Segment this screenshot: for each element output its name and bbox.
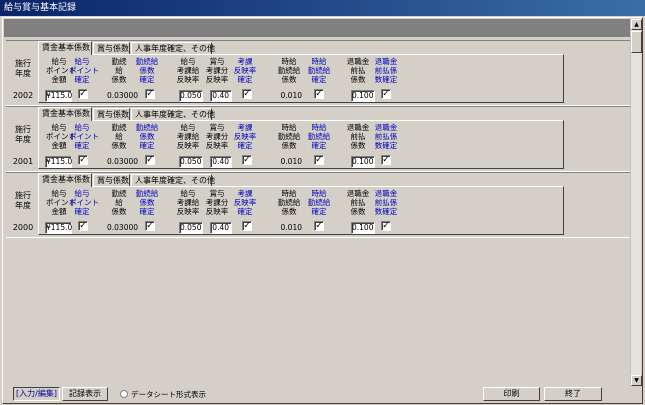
record-block: 施行 年度 2000 賃金基本係数 賞与係数 人事年度確定、その他 給与 ポイント 金額 給与 ポイ… bbox=[6, 172, 632, 238]
column-label-c11: 退職金 前払係 数確定 bbox=[374, 123, 398, 150]
column-label-c8: 時給 勤続給 係数 bbox=[277, 123, 301, 150]
column-label-c10: 退職金 前払 係数 bbox=[346, 123, 370, 150]
datasheet-radio[interactable] bbox=[120, 390, 128, 398]
hourly-coefficient-value: 0.010 bbox=[280, 91, 302, 100]
kouka-fixed-checkbox[interactable]: ✓ bbox=[242, 89, 252, 99]
year-value: 2001 bbox=[12, 157, 34, 166]
point-fixed-checkbox[interactable]: ✓ bbox=[78, 89, 88, 99]
hourly-fixed-checkbox[interactable]: ✓ bbox=[314, 155, 324, 165]
input-edit-button[interactable]: [入力/編集] bbox=[13, 387, 60, 401]
column-label-c3: 勤続給係数 bbox=[111, 57, 127, 84]
hourly-coefficient-value: 0.010 bbox=[280, 223, 302, 232]
form-header-bar bbox=[4, 19, 632, 37]
scroll-down-button[interactable]: ▼ bbox=[631, 375, 642, 386]
retire-coefficient-field[interactable]: 0.100 bbox=[351, 222, 375, 234]
column-label-c7: 考課 反映率 確定 bbox=[233, 123, 257, 150]
column-label-c9: 時給 勤続給 確定 bbox=[307, 189, 331, 216]
column-label-c7: 考課 反映率 確定 bbox=[233, 189, 257, 216]
column-label-c9: 時給 勤続給 確定 bbox=[307, 57, 331, 84]
kouka-pay-rate-field[interactable]: 0.050 bbox=[179, 222, 203, 234]
window-title: 給与賞与基本記録 bbox=[4, 3, 77, 13]
point-amount-field[interactable]: ¥115.0 bbox=[45, 90, 72, 102]
print-button[interactable]: 印刷 bbox=[483, 387, 540, 401]
scroll-up-button[interactable]: ▲ bbox=[631, 19, 642, 30]
kouka-fixed-checkbox[interactable]: ✓ bbox=[242, 155, 252, 165]
coefficients-panel: 給与 ポイント 金額 給与 ポイント 確定 勤続給係数 勤続給 係数 確定 給与 考課給 反映率 賞与 考課… bbox=[38, 186, 564, 235]
column-label-c6: 賞与 考課分 反映率 bbox=[205, 123, 229, 150]
column-label-c11: 退職金 前払係 数確定 bbox=[374, 57, 398, 84]
retire-fixed-checkbox[interactable]: ✓ bbox=[381, 89, 391, 99]
column-label-c3: 勤続給係数 bbox=[111, 123, 127, 150]
tab-basic-coefficients[interactable]: 賃金基本係数 bbox=[38, 107, 92, 121]
column-label-c10: 退職金 前払 係数 bbox=[346, 189, 370, 216]
form-window: 施行 年度 2002 賃金基本係数 賞与係数 人事年度確定、その他 給与 ポイント 金額 給与 ポイ… bbox=[2, 17, 643, 404]
column-label-c4: 勤続給 係数 確定 bbox=[135, 123, 159, 150]
kouka-fixed-checkbox[interactable]: ✓ bbox=[242, 221, 252, 231]
column-label-c2: 給与 ポイント 確定 bbox=[69, 57, 99, 84]
datasheet-option-label: データシート形式表示 bbox=[131, 390, 206, 399]
year-value: 2000 bbox=[12, 223, 34, 232]
close-button[interactable]: 終了 bbox=[544, 387, 602, 401]
footer-toolbar: [入力/編集] 記録表示 データシート形式表示 印刷 終了 bbox=[4, 387, 641, 403]
hourly-fixed-checkbox[interactable]: ✓ bbox=[314, 89, 324, 99]
kinzoku-coefficient-value: 0.03000 bbox=[107, 91, 139, 100]
kinzoku-coefficient-value: 0.03000 bbox=[107, 157, 139, 166]
column-label-c2: 給与 ポイント 確定 bbox=[69, 189, 99, 216]
coefficients-panel: 給与 ポイント 金額 給与 ポイント 確定 勤続給係数 勤続給 係数 確定 給与 考課給 反映率 賞与 考課… bbox=[38, 54, 564, 103]
point-fixed-checkbox[interactable]: ✓ bbox=[78, 155, 88, 165]
record-block: 施行 年度 2001 賃金基本係数 賞与係数 人事年度確定、その他 給与 ポイント 金額 給与 ポイ… bbox=[6, 106, 632, 172]
retire-coefficient-field[interactable]: 0.100 bbox=[351, 156, 375, 168]
coefficients-panel: 給与 ポイント 金額 給与 ポイント 確定 勤続給係数 勤続給 係数 確定 給与 考課給 反映率 賞与 考課… bbox=[38, 120, 564, 169]
title-bar: 給与賞与基本記録 bbox=[0, 0, 645, 16]
record-block: 施行 年度 2002 賃金基本係数 賞与係数 人事年度確定、その他 給与 ポイント 金額 給与 ポイ… bbox=[6, 40, 632, 106]
kouka-bonus-rate-field[interactable]: 0.40 bbox=[210, 90, 232, 102]
chevron-up-icon: ▲ bbox=[634, 21, 639, 28]
kinzoku-fixed-checkbox[interactable]: ✓ bbox=[145, 89, 155, 99]
kinzoku-fixed-checkbox[interactable]: ✓ bbox=[145, 155, 155, 165]
column-label-c3: 勤続給係数 bbox=[111, 189, 127, 216]
year-label: 施行 年度 bbox=[15, 125, 31, 144]
retire-fixed-checkbox[interactable]: ✓ bbox=[381, 155, 391, 165]
column-label-c6: 賞与 考課分 反映率 bbox=[205, 189, 229, 216]
column-label-c8: 時給 勤続給 係数 bbox=[277, 189, 301, 216]
column-label-c5: 給与 考課給 反映率 bbox=[176, 189, 200, 216]
kouka-bonus-rate-field[interactable]: 0.40 bbox=[210, 156, 232, 168]
scroll-thumb[interactable] bbox=[631, 31, 642, 53]
point-fixed-checkbox[interactable]: ✓ bbox=[78, 221, 88, 231]
vertical-scrollbar[interactable]: ▲ ▼ bbox=[630, 19, 642, 386]
kouka-pay-rate-field[interactable]: 0.050 bbox=[179, 90, 203, 102]
point-amount-field[interactable]: ¥115.0 bbox=[45, 222, 72, 234]
records-area: 施行 年度 2002 賃金基本係数 賞与係数 人事年度確定、その他 給与 ポイント 金額 給与 ポイ… bbox=[4, 37, 632, 387]
column-label-c6: 賞与 考課分 反映率 bbox=[205, 57, 229, 84]
column-label-c10: 退職金 前払 係数 bbox=[346, 57, 370, 84]
column-label-c5: 給与 考課給 反映率 bbox=[176, 57, 200, 84]
year-label: 施行 年度 bbox=[15, 191, 31, 210]
hourly-coefficient-value: 0.010 bbox=[280, 157, 302, 166]
kinzoku-coefficient-value: 0.03000 bbox=[107, 223, 139, 232]
kouka-pay-rate-field[interactable]: 0.050 bbox=[179, 156, 203, 168]
column-label-c4: 勤続給 係数 確定 bbox=[135, 189, 159, 216]
column-label-c11: 退職金 前払係 数確定 bbox=[374, 189, 398, 216]
record-view-button[interactable]: 記録表示 bbox=[62, 387, 108, 401]
year-value: 2002 bbox=[12, 91, 34, 100]
chevron-down-icon: ▼ bbox=[634, 377, 639, 384]
column-label-c4: 勤続給 係数 確定 bbox=[135, 57, 159, 84]
hourly-fixed-checkbox[interactable]: ✓ bbox=[314, 221, 324, 231]
tab-basic-coefficients[interactable]: 賃金基本係数 bbox=[38, 41, 92, 55]
column-label-c7: 考課 反映率 確定 bbox=[233, 57, 257, 84]
column-label-c2: 給与 ポイント 確定 bbox=[69, 123, 99, 150]
retire-coefficient-field[interactable]: 0.100 bbox=[351, 90, 375, 102]
kinzoku-fixed-checkbox[interactable]: ✓ bbox=[145, 221, 155, 231]
column-label-c5: 給与 考課給 反映率 bbox=[176, 123, 200, 150]
point-amount-field[interactable]: ¥115.0 bbox=[45, 156, 72, 168]
column-label-c8: 時給 勤続給 係数 bbox=[277, 57, 301, 84]
kouka-bonus-rate-field[interactable]: 0.40 bbox=[210, 222, 232, 234]
retire-fixed-checkbox[interactable]: ✓ bbox=[381, 221, 391, 231]
column-label-c9: 時給 勤続給 確定 bbox=[307, 123, 331, 150]
tab-basic-coefficients[interactable]: 賃金基本係数 bbox=[38, 173, 92, 187]
year-label: 施行 年度 bbox=[15, 59, 31, 78]
